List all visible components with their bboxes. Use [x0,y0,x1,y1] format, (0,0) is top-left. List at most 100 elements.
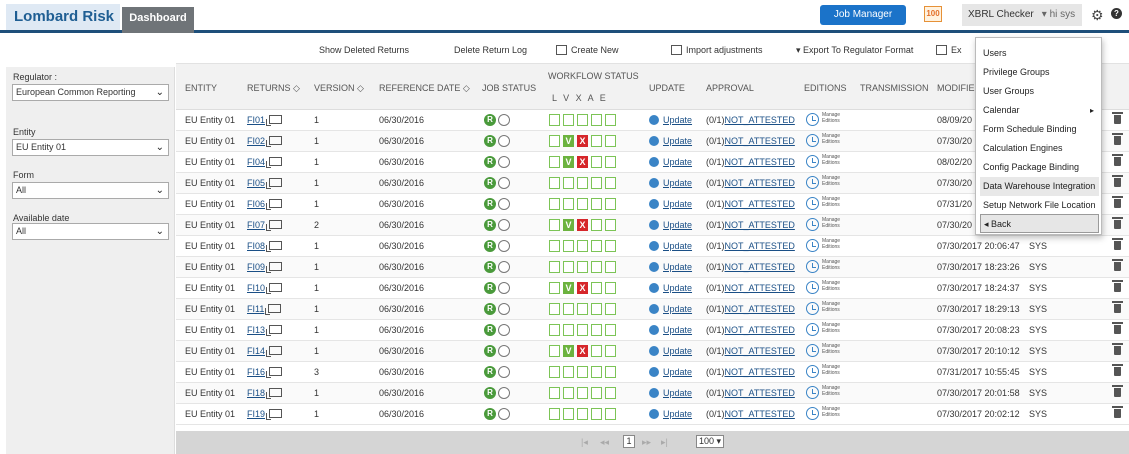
return-cell[interactable]: FI04 [247,157,283,168]
update-link[interactable]: Update [663,388,692,398]
col-modified[interactable]: MODIFIE [937,83,975,93]
approval-cell[interactable]: (0/1)NOT_ATTESTED [706,178,795,188]
workflow-empty-icon[interactable] [563,240,574,252]
approval-cell[interactable]: (0/1)NOT_ATTESTED [706,325,795,335]
clock-icon[interactable] [806,365,819,378]
workflow-empty-icon[interactable] [549,198,560,210]
workflow-empty-icon[interactable] [563,261,574,273]
return-link[interactable]: FI19 [247,409,265,419]
trash-icon[interactable] [1112,259,1123,271]
menu-item-user-groups[interactable]: User Groups [980,82,1099,101]
approval-cell[interactable]: (0/1)NOT_ATTESTED [706,388,795,398]
update-link[interactable]: Update [663,409,692,419]
approval-link[interactable]: NOT_ATTESTED [725,157,795,167]
workflow-empty-icon[interactable] [549,135,560,147]
approval-cell[interactable]: (0/1)NOT_ATTESTED [706,283,795,293]
clock-icon[interactable] [806,344,819,357]
workflow-empty-icon[interactable] [577,177,588,189]
approval-cell[interactable]: (0/1)NOT_ATTESTED [706,304,795,314]
clock-icon[interactable] [806,239,819,252]
return-link[interactable]: FI07 [247,220,265,230]
workflow-empty-icon[interactable] [605,261,616,273]
copy-icon[interactable] [266,346,283,357]
approval-link[interactable]: NOT_ATTESTED [725,178,795,188]
return-cell[interactable]: FI01 [247,115,283,126]
workflow-empty-icon[interactable] [577,240,588,252]
update-link[interactable]: Update [663,325,692,335]
copy-icon[interactable] [265,304,282,315]
return-link[interactable]: FI18 [247,388,265,398]
return-link[interactable]: FI04 [247,157,265,167]
update-cell[interactable]: Update [649,262,692,272]
approval-cell[interactable]: (0/1)NOT_ATTESTED [706,346,795,356]
workflow-empty-icon[interactable] [591,219,602,231]
trash-icon[interactable] [1112,154,1123,166]
manage-editions-link[interactable]: Manage Editions [822,196,840,208]
menu-item-calendar[interactable]: Calendar ▸ [980,101,1099,120]
clock-icon[interactable] [806,281,819,294]
return-link[interactable]: FI02 [247,136,265,146]
manage-editions-link[interactable]: Manage Editions [822,280,840,292]
return-cell[interactable]: FI13 [247,325,283,336]
return-cell[interactable]: FI05 [247,178,283,189]
workflow-empty-icon[interactable] [605,366,616,378]
xbrl-checker-button[interactable]: XBRL Checker ▾ hi sys [962,4,1082,26]
col-entity[interactable]: ENTITY [185,83,217,93]
workflow-empty-icon[interactable] [605,282,616,294]
workflow-empty-icon[interactable] [549,408,560,420]
update-link[interactable]: Update [663,262,692,272]
return-link[interactable]: FI11 [247,304,264,314]
workflow-empty-icon[interactable] [549,282,560,294]
workflow-empty-icon[interactable] [563,387,574,399]
workflow-validated-icon[interactable]: V [563,282,574,294]
clock-icon[interactable] [806,155,819,168]
clock-icon[interactable] [806,176,819,189]
trash-icon[interactable] [1112,322,1123,334]
update-cell[interactable]: Update [649,367,692,377]
prev-page-icon[interactable]: ◂◂ [600,437,609,448]
clock-icon[interactable] [806,197,819,210]
menu-item-form-schedule-binding[interactable]: Form Schedule Binding [980,120,1099,139]
copy-icon[interactable] [266,325,283,336]
workflow-empty-icon[interactable] [563,408,574,420]
workflow-empty-icon[interactable] [605,303,616,315]
return-cell[interactable]: FI14 [247,346,283,357]
workflow-empty-icon[interactable] [577,261,588,273]
workflow-empty-icon[interactable] [605,408,616,420]
return-cell[interactable]: FI16 [247,367,283,378]
workflow-empty-icon[interactable] [605,240,616,252]
copy-icon[interactable] [266,367,283,378]
copy-icon[interactable] [266,157,283,168]
table-row[interactable]: EU Entity 01 FI13 1 06/30/2016 R Update … [176,320,1129,341]
workflow-validated-icon[interactable]: V [563,156,574,168]
menu-item-data-warehouse-integration[interactable]: Data Warehouse Integration [980,177,1099,196]
clock-icon[interactable] [806,260,819,273]
update-link[interactable]: Update [663,367,692,377]
update-link[interactable]: Update [663,157,692,167]
workflow-empty-icon[interactable] [591,198,602,210]
return-link[interactable]: FI10 [247,283,265,293]
approval-link[interactable]: NOT_ATTESTED [725,262,795,272]
manage-editions-link[interactable]: Manage Editions [822,259,840,271]
copy-icon[interactable] [266,178,283,189]
update-cell[interactable]: Update [649,136,692,146]
update-cell[interactable]: Update [649,346,692,356]
return-cell[interactable]: FI02 [247,136,283,147]
workflow-empty-icon[interactable] [577,324,588,336]
approval-cell[interactable]: (0/1)NOT_ATTESTED [706,157,795,167]
table-row[interactable]: EU Entity 01 FI09 1 06/30/2016 R Update … [176,257,1129,278]
copy-icon[interactable] [266,262,283,273]
workflow-failed-icon[interactable]: X [577,282,588,294]
workflow-empty-icon[interactable] [549,156,560,168]
form-select[interactable]: All ⌄ [12,182,169,199]
return-link[interactable]: FI01 [247,115,265,125]
menu-item-privilege-groups[interactable]: Privilege Groups [980,63,1099,82]
trash-icon[interactable] [1112,343,1123,355]
export-regulator-format-button[interactable]: ▾ Export To Regulator Format [796,45,913,56]
clock-icon[interactable] [806,407,819,420]
col-returns[interactable]: RETURNS ◇ [247,83,300,94]
tab-dashboard[interactable]: Dashboard [122,7,194,33]
workflow-empty-icon[interactable] [605,114,616,126]
menu-item-users[interactable]: Users [980,44,1099,63]
return-link[interactable]: FI05 [247,178,265,188]
